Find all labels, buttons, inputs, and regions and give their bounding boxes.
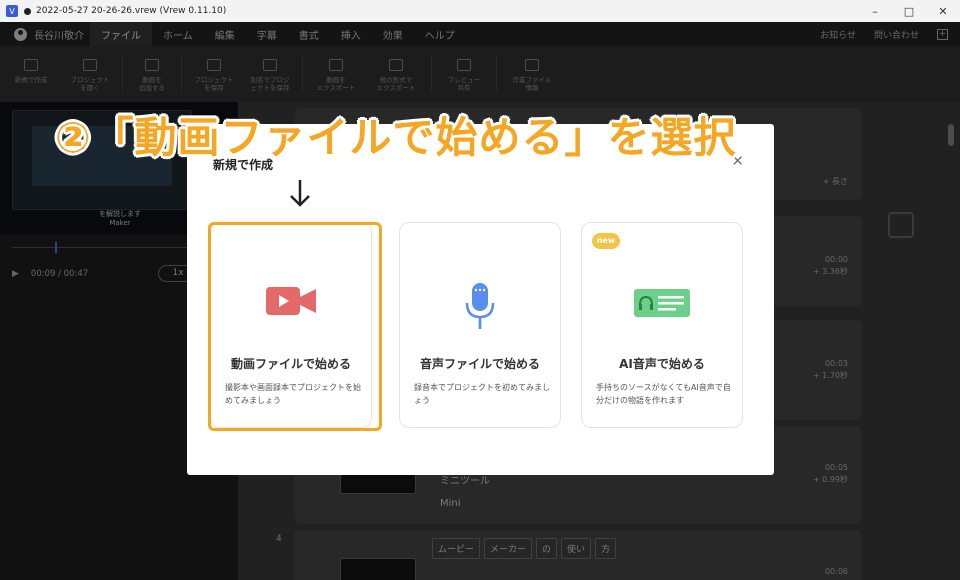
ai-voice-icon bbox=[634, 289, 690, 317]
minimize-button[interactable]: – bbox=[858, 0, 892, 22]
new-badge: new bbox=[592, 233, 620, 249]
title-bar: V 2022-05-27 20-26-26.vrew (Vrew 0.11.10… bbox=[0, 0, 960, 22]
option-title: 音声ファイルで始める bbox=[419, 357, 540, 371]
unsaved-dot-icon bbox=[24, 7, 31, 15]
microphone-icon bbox=[465, 283, 495, 329]
option-description: 録音本でプロジェクトを初めてみましょう bbox=[414, 383, 550, 405]
start-with-audio-option[interactable]: 音声ファイルで始める 録音本でプロジェクトを初めてみましょう bbox=[399, 222, 561, 428]
arrow-down-icon bbox=[290, 180, 310, 207]
option-description: 手持ちのソースがなくてもAI音声で自分だけの物語を作れます bbox=[596, 383, 731, 405]
start-with-ai-voice-option[interactable]: new AI音声で始める 手持ちのソースがなくてもAI音声で自分だけの物語を作れ… bbox=[581, 222, 743, 428]
window-title: 2022-05-27 20-26-26.vrew (Vrew 0.11.10) bbox=[36, 6, 227, 16]
maximize-button[interactable]: □ bbox=[892, 0, 926, 22]
close-window-button[interactable]: ✕ bbox=[926, 0, 960, 22]
selection-highlight bbox=[208, 222, 382, 431]
option-title: AI音声で始める bbox=[619, 357, 705, 371]
instruction-headline: ②「動画ファイルで始める」を選択 bbox=[55, 113, 737, 162]
vrew-app-icon: V bbox=[6, 5, 18, 17]
